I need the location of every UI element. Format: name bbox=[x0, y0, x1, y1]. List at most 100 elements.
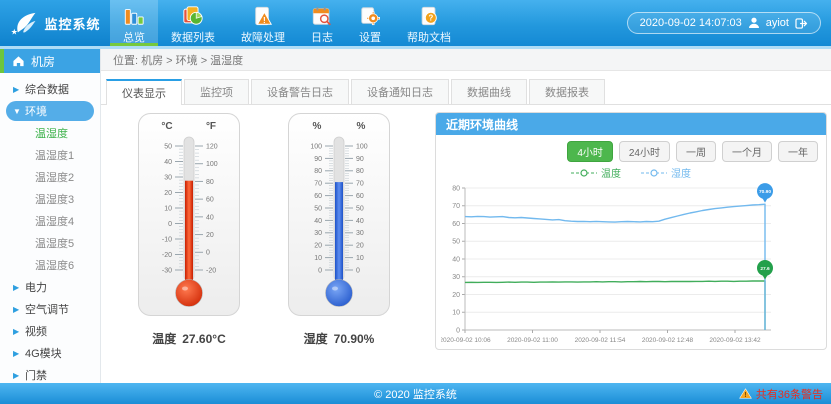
data-list-icon bbox=[182, 5, 204, 27]
main-area: 位置: 机房 > 环境 > 温湿度 仪表显示监控项设备警告日志设备通知日志数据曲… bbox=[101, 49, 831, 383]
svg-text:0: 0 bbox=[456, 327, 460, 334]
sidebar-item-label: 温湿度6 bbox=[35, 257, 74, 273]
tab[interactable]: 设备通知日志 bbox=[351, 79, 449, 104]
sidebar-leaf-item[interactable]: 温湿度3 bbox=[0, 188, 100, 210]
chevron-right-icon: ▶ bbox=[13, 349, 25, 358]
svg-text:30: 30 bbox=[164, 174, 172, 181]
nav-item-help[interactable]: ? 帮助文档 bbox=[394, 0, 464, 46]
svg-text:°C: °C bbox=[161, 121, 172, 132]
sidebar-root-label: 机房 bbox=[31, 53, 55, 70]
copyright-text: © 2020 监控系统 bbox=[374, 386, 457, 402]
svg-text:2020-09-02 12:48: 2020-09-02 12:48 bbox=[642, 337, 694, 344]
sidebar-leaf-item[interactable]: 温湿度6 bbox=[0, 254, 100, 276]
svg-text:50: 50 bbox=[452, 239, 460, 246]
nav-label: 帮助文档 bbox=[407, 29, 451, 45]
svg-text:27.6: 27.6 bbox=[760, 266, 770, 272]
legend-item[interactable]: 湿度 bbox=[641, 165, 691, 180]
svg-text:70.90: 70.90 bbox=[759, 189, 771, 195]
svg-text:80: 80 bbox=[314, 168, 322, 175]
svg-text:70: 70 bbox=[452, 203, 460, 210]
svg-text:%: % bbox=[357, 121, 366, 132]
home-icon bbox=[12, 55, 25, 67]
logout-icon[interactable] bbox=[795, 18, 808, 29]
svg-text:-30: -30 bbox=[162, 267, 172, 274]
range-button[interactable]: 24小时 bbox=[619, 141, 670, 162]
nav-item-overview[interactable]: 总览 bbox=[110, 0, 158, 46]
sidebar-group-item[interactable]: ▶4G模块 bbox=[0, 342, 100, 364]
nav-item-fault[interactable]: ! 故障处理 bbox=[228, 0, 298, 46]
legend-marker-icon bbox=[571, 169, 597, 177]
bar-chart-icon bbox=[123, 5, 145, 27]
help-doc-icon: ? bbox=[418, 5, 440, 27]
sidebar-leaf-item[interactable]: 温湿度 bbox=[0, 122, 100, 144]
humidity-thermometer: % % 100908070605040302010010090807060504… bbox=[287, 112, 391, 322]
tab[interactable]: 设备警告日志 bbox=[251, 79, 349, 104]
sidebar-item-label: 温湿度 bbox=[35, 125, 68, 141]
sidebar-leaf-item[interactable]: 温湿度2 bbox=[0, 166, 100, 188]
svg-text:90: 90 bbox=[314, 156, 322, 163]
top-bar: ★ 监控系统 总览 数据列表 ! bbox=[0, 0, 831, 46]
chevron-right-icon: ▶ bbox=[13, 327, 25, 336]
sidebar-group-item[interactable]: ▶电力 bbox=[0, 276, 100, 298]
chevron-right-icon: ▶ bbox=[13, 283, 25, 292]
nav-item-settings[interactable]: 设置 bbox=[346, 0, 394, 46]
svg-text:100: 100 bbox=[356, 143, 368, 150]
svg-text:!: ! bbox=[263, 15, 266, 24]
chevron-right-icon: ▶ bbox=[13, 371, 25, 380]
nav-item-data-list[interactable]: 数据列表 bbox=[158, 0, 228, 46]
svg-text:60: 60 bbox=[356, 193, 364, 200]
sidebar-header[interactable]: 机房 bbox=[0, 49, 100, 73]
tab[interactable]: 数据报表 bbox=[529, 79, 605, 104]
sidebar-item-label: 温湿度5 bbox=[35, 235, 74, 251]
svg-text:40: 40 bbox=[164, 159, 172, 166]
username-text: ayiot bbox=[766, 17, 789, 29]
legend-item[interactable]: 温度 bbox=[571, 165, 621, 180]
datetime-text: 2020-09-02 14:07:03 bbox=[640, 17, 742, 29]
range-button[interactable]: 一周 bbox=[676, 141, 716, 162]
tab[interactable]: 监控项 bbox=[184, 79, 249, 104]
warning-status[interactable]: ! 共有36条警告 bbox=[739, 383, 823, 404]
sidebar-group-item[interactable]: ▶视频 bbox=[0, 320, 100, 342]
breadcrumb: 位置: 机房 > 环境 > 温湿度 bbox=[101, 49, 831, 71]
range-button[interactable]: 一个月 bbox=[722, 141, 772, 162]
sidebar-item-label: 温湿度3 bbox=[35, 191, 74, 207]
tab[interactable]: 仪表显示 bbox=[106, 79, 182, 105]
svg-text:80: 80 bbox=[206, 179, 214, 186]
sidebar-leaf-item[interactable]: 温湿度4 bbox=[0, 210, 100, 232]
app-logo: ★ 监控系统 bbox=[0, 0, 110, 46]
sidebar-item-label: 空气调节 bbox=[25, 301, 69, 317]
humidity-readout: 湿度70.90% bbox=[304, 330, 375, 347]
range-button[interactable]: 4小时 bbox=[567, 141, 613, 162]
svg-text:20: 20 bbox=[206, 232, 214, 239]
temperature-gauge: °C °F 50403020100-10-20-3012010080604020… bbox=[125, 112, 253, 383]
sidebar-group-item[interactable]: ▼环境 bbox=[6, 101, 94, 121]
user-icon bbox=[748, 17, 760, 29]
svg-text:30: 30 bbox=[452, 274, 460, 281]
legend-marker-icon bbox=[641, 169, 667, 177]
tab-bar: 仪表显示监控项设备警告日志设备通知日志数据曲线数据报表 bbox=[101, 79, 831, 105]
sidebar-group-item[interactable]: ▶空气调节 bbox=[0, 298, 100, 320]
tab[interactable]: 数据曲线 bbox=[451, 79, 527, 104]
range-button[interactable]: 一年 bbox=[778, 141, 818, 162]
svg-text:80: 80 bbox=[356, 168, 364, 175]
nav-label: 设置 bbox=[359, 29, 381, 45]
svg-text:50: 50 bbox=[164, 143, 172, 150]
nav-item-log[interactable]: 日志 bbox=[298, 0, 346, 46]
user-pill: 2020-09-02 14:07:03 ayiot bbox=[627, 12, 821, 34]
svg-text:100: 100 bbox=[206, 161, 218, 168]
chart-area: 010203040506070802020-09-02 10:062020-09… bbox=[436, 180, 826, 348]
chart-panel: 近期环境曲线 4小时24小时一周一个月一年 温度 湿度 010203040506… bbox=[435, 112, 827, 350]
svg-text:40: 40 bbox=[356, 218, 364, 225]
svg-text:-10: -10 bbox=[162, 236, 172, 243]
svg-text:60: 60 bbox=[206, 197, 214, 204]
sidebar-leaf-item[interactable]: 温湿度1 bbox=[0, 144, 100, 166]
sidebar-leaf-item[interactable]: 温湿度5 bbox=[0, 232, 100, 254]
chevron-down-icon: ▼ bbox=[13, 107, 25, 116]
svg-text:20: 20 bbox=[452, 292, 460, 299]
sidebar-group-item[interactable]: ▶综合数据 bbox=[0, 78, 100, 100]
svg-text:60: 60 bbox=[314, 193, 322, 200]
svg-text:2020-09-02 13:42: 2020-09-02 13:42 bbox=[709, 337, 761, 344]
svg-text:10: 10 bbox=[164, 205, 172, 212]
svg-text:50: 50 bbox=[356, 205, 364, 212]
svg-text:2020-09-02 11:54: 2020-09-02 11:54 bbox=[575, 337, 626, 344]
